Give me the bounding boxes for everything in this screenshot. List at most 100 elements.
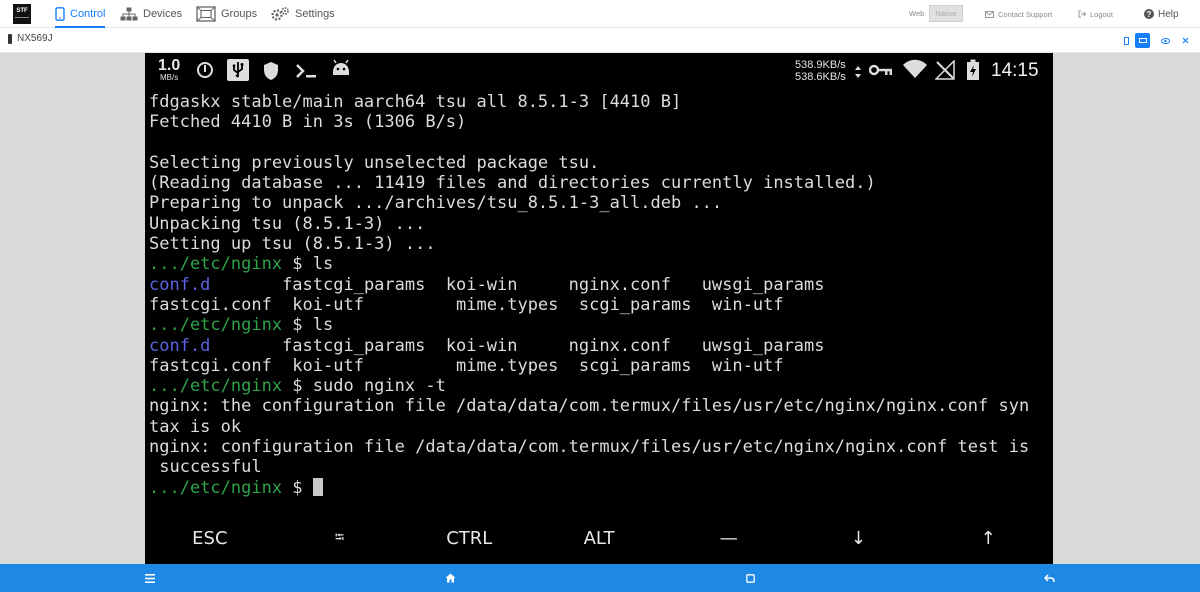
- network-speed-unit: MB/s: [160, 73, 179, 82]
- device-screen[interactable]: 1.0 MB/s 538.9KB/s 538.6KB/s 14:15 fdgas…: [145, 53, 1053, 564]
- terminal-text: Selecting previously unselected package …: [149, 152, 600, 173]
- terminal-text: (Reading database ... 11419 files and di…: [149, 173, 876, 194]
- nav-groups[interactable]: Groups: [196, 0, 257, 28]
- extra-key[interactable]: ↑: [923, 521, 1053, 555]
- extra-key[interactable]: ESC: [145, 521, 275, 555]
- web-mode-button[interactable]: Web: [904, 5, 929, 22]
- portrait-button[interactable]: [1119, 33, 1134, 48]
- help-icon: ?: [1144, 9, 1154, 19]
- terminal-line: Preparing to unpack .../archives/tsu_8.5…: [149, 193, 1049, 213]
- groups-icon: [196, 6, 216, 22]
- contact-support-link[interactable]: Contact Support: [985, 0, 1052, 28]
- terminal-text: tax is ok: [149, 416, 242, 437]
- signal-icon: [935, 60, 955, 80]
- view-mode-toggle: Web Native: [904, 5, 963, 22]
- eye-icon: [1161, 37, 1170, 44]
- extra-key[interactable]: ↓: [794, 521, 924, 555]
- close-device-button[interactable]: [1178, 33, 1193, 48]
- directory-name: conf.d: [149, 274, 211, 295]
- terminal-text: nginx: the configuration file /data/data…: [149, 396, 1030, 417]
- rate-down: 538.9KB/s: [795, 59, 846, 71]
- terminal-output[interactable]: fdgaskx stable/main aarch64 tsu all 8.5.…: [149, 92, 1049, 498]
- usb-debug-icon: [227, 59, 249, 81]
- extra-key[interactable]: —: [664, 521, 794, 555]
- terminal-line: .../etc/nginx $ sudo nginx -t: [149, 376, 1049, 396]
- directory-name: conf.d: [149, 335, 211, 356]
- help-label: Help: [1158, 8, 1179, 20]
- device-name: NX569J: [8, 33, 53, 44]
- terminal-text: fdgaskx stable/main aarch64 tsu all 8.5.…: [149, 92, 682, 112]
- terminal-line: Selecting previously unselected package …: [149, 153, 1049, 173]
- contact-support-label: Contact Support: [998, 9, 1053, 19]
- nav-devices-label: Devices: [143, 8, 183, 20]
- native-mode-button[interactable]: Native: [929, 5, 963, 22]
- landscape-button[interactable]: [1135, 33, 1150, 48]
- terminal-line: (Reading database ... 11419 files and di…: [149, 173, 1049, 193]
- data-arrows-icon: [855, 66, 861, 78]
- logout-icon: [1078, 10, 1086, 18]
- prompt-path: .../etc/nginx: [149, 376, 283, 397]
- terminal-text: fastcgi.conf koi-utf mime.types scgi_par…: [149, 294, 784, 315]
- nav-control-label: Control: [70, 8, 106, 20]
- battery-charging-icon: [967, 59, 979, 80]
- nav-control[interactable]: Control: [55, 0, 106, 28]
- terminal-line: tax is ok: [149, 417, 1049, 437]
- envelope-icon: [985, 10, 994, 18]
- terminal-text: Setting up tsu (8.5.1-3) ...: [149, 234, 436, 255]
- terminal-text: Unpacking tsu (8.5.1-3) ...: [149, 213, 426, 234]
- terminal-line: fdgaskx stable/main aarch64 tsu all 8.5.…: [149, 92, 1049, 112]
- prompt-path: .../etc/nginx: [149, 477, 283, 498]
- logout-link[interactable]: Logout: [1078, 0, 1113, 28]
- stf-logo[interactable]: STF: [13, 4, 31, 24]
- device-toolbar: NX569J: [0, 28, 1200, 53]
- terminal-line: Setting up tsu (8.5.1-3) ...: [149, 234, 1049, 254]
- menu-button[interactable]: [143, 571, 157, 585]
- help-link[interactable]: ? Help: [1144, 0, 1179, 28]
- prompt-path: .../etc/nginx: [149, 315, 283, 336]
- terminal-cursor: [312, 477, 323, 496]
- terminal-text: fastcgi_params koi-win nginx.conf uwsgi_…: [210, 335, 825, 356]
- terminal-text: $ sudo nginx -t: [282, 376, 446, 397]
- terminal-text: fastcgi.conf koi-utf mime.types scgi_par…: [149, 355, 784, 376]
- nav-groups-label: Groups: [221, 8, 258, 20]
- nav-devices[interactable]: Devices: [120, 0, 182, 28]
- logo-text: STF: [16, 8, 28, 14]
- landscape-icon: [1138, 38, 1147, 43]
- terminal-line: Unpacking tsu (8.5.1-3) ...: [149, 214, 1049, 234]
- clock: 14:15: [991, 60, 1039, 81]
- android-icon: [333, 59, 349, 75]
- extra-key[interactable]: ⭾: [275, 521, 405, 555]
- terminal-icon: [296, 64, 316, 78]
- android-status-bar: 1.0 MB/s 538.9KB/s 538.6KB/s 14:15: [145, 53, 1053, 89]
- terminal-line: conf.d fastcgi_params koi-win nginx.conf…: [149, 275, 1049, 295]
- logout-label: Logout: [1090, 9, 1113, 19]
- terminal-text: successful: [149, 457, 262, 478]
- close-icon: [1182, 37, 1189, 44]
- back-button[interactable]: [1042, 571, 1056, 585]
- wifi-icon: [903, 59, 927, 78]
- network-speed: 1.0 MB/s: [158, 58, 180, 82]
- terminal-text: $ ls: [282, 315, 334, 336]
- prompt-path: .../etc/nginx: [149, 254, 283, 275]
- terminal-text: $ ls: [282, 254, 334, 275]
- terminal-text: fastcgi_params koi-win nginx.conf uwsgi_…: [210, 274, 825, 295]
- device-icon: [8, 33, 12, 44]
- bottom-nav-bar: [0, 564, 1200, 592]
- extra-key[interactable]: CTRL: [404, 521, 534, 555]
- nav-settings[interactable]: Settings: [270, 0, 335, 28]
- home-button[interactable]: [443, 571, 457, 585]
- terminal-line: .../etc/nginx $ ls: [149, 254, 1049, 274]
- terminal-line: fastcgi.conf koi-utf mime.types scgi_par…: [149, 295, 1049, 315]
- terminal-line: successful: [149, 457, 1049, 477]
- rate-up: 538.6KB/s: [795, 71, 846, 83]
- termux-extra-keys: ESC ⭾ CTRL ALT — ↓ ↑: [145, 521, 1053, 555]
- menu-icon: [145, 573, 155, 583]
- terminal-line: .../etc/nginx $ ls: [149, 315, 1049, 335]
- toggle-screen-button[interactable]: [1158, 33, 1173, 48]
- extra-key[interactable]: ALT: [534, 521, 664, 555]
- gears-icon: [271, 7, 289, 21]
- recents-button[interactable]: [743, 571, 757, 585]
- top-navbar: STF Control Devices Groups Settings Web …: [0, 0, 1200, 28]
- nav-settings-label: Settings: [295, 8, 335, 20]
